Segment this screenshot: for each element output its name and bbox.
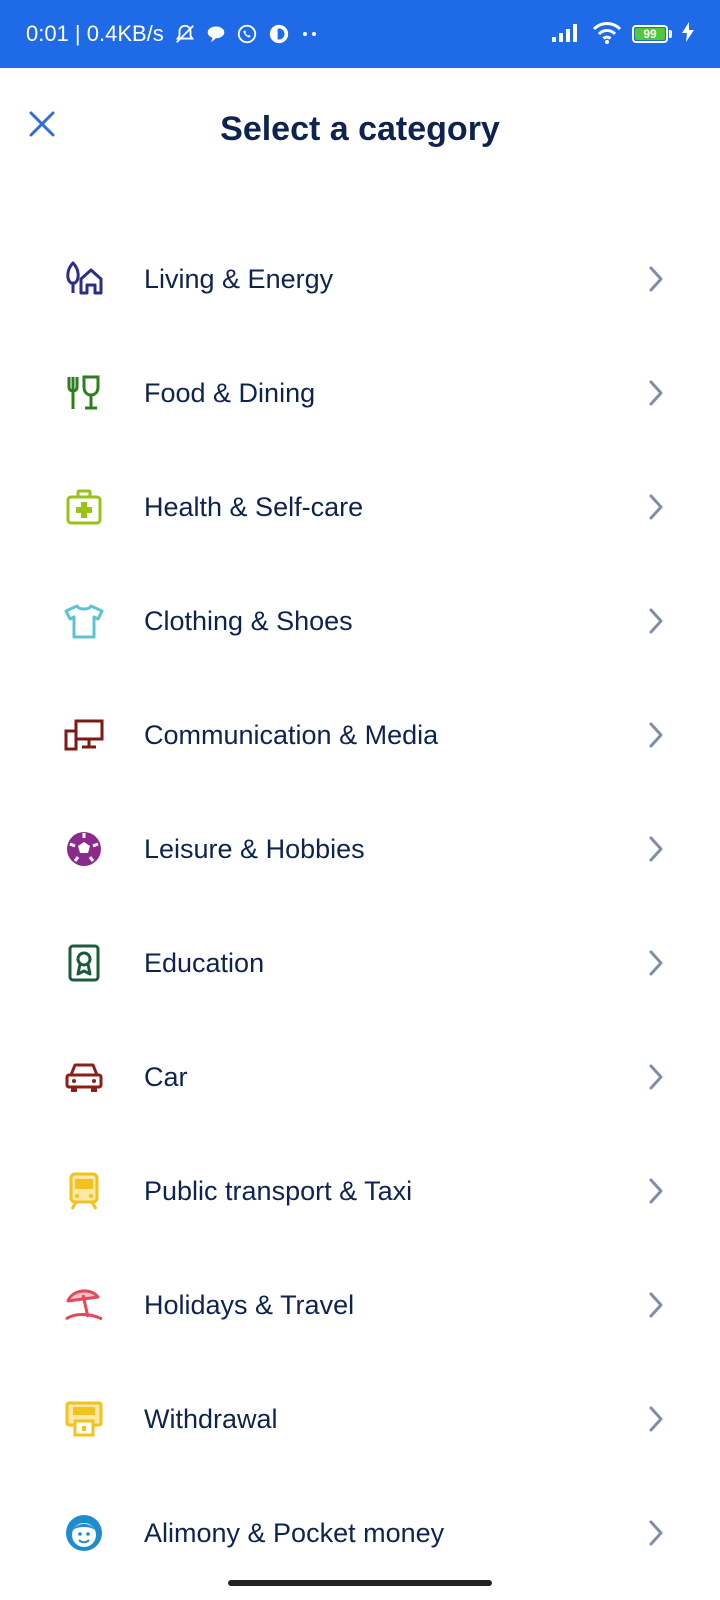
chevron-right-icon [644, 1062, 668, 1092]
category-item-car[interactable]: Car [0, 1020, 720, 1134]
category-label: Clothing & Shoes [144, 605, 353, 636]
header: Select a category [0, 68, 720, 198]
home-indicator[interactable] [228, 1580, 492, 1586]
atm-icon [62, 1397, 106, 1441]
chevron-right-icon [644, 948, 668, 978]
battery-cap [669, 30, 672, 38]
chevron-right-icon [644, 1404, 668, 1434]
soccer-ball-icon [62, 827, 106, 871]
category-item-living-energy[interactable]: Living & Energy [0, 222, 720, 336]
chevron-right-icon [644, 1176, 668, 1206]
app-notification-icon [268, 23, 290, 45]
signal-icon [550, 21, 582, 48]
home-tree-icon [62, 257, 106, 301]
chevron-right-icon [644, 1290, 668, 1320]
chevron-right-icon [644, 264, 668, 294]
category-item-public-transport-taxi[interactable]: Public transport & Taxi [0, 1134, 720, 1248]
category-label: Living & Energy [144, 263, 334, 294]
fork-glass-icon [62, 371, 106, 415]
category-label: Car [144, 1061, 188, 1092]
category-label: Holidays & Travel [144, 1289, 355, 1320]
category-item-withdrawal[interactable]: Withdrawal [0, 1362, 720, 1476]
first-aid-kit-icon [62, 485, 106, 529]
category-label: Withdrawal [144, 1403, 278, 1434]
category-item-communication-media[interactable]: Communication & Media [0, 678, 720, 792]
child-face-icon [62, 1511, 106, 1555]
chevron-right-icon [644, 720, 668, 750]
category-item-clothing-shoes[interactable]: Clothing & Shoes [0, 564, 720, 678]
category-item-alimony-pocket-money[interactable]: Alimony & Pocket money [0, 1476, 720, 1590]
category-item-leisure-hobbies[interactable]: Leisure & Hobbies [0, 792, 720, 906]
more-dots-icon [300, 30, 320, 38]
category-label: Communication & Media [144, 719, 439, 750]
wifi-icon [592, 20, 622, 49]
car-icon [62, 1055, 106, 1099]
status-right: 99 [550, 0, 694, 68]
status-left: 0:01 | 0.4KB/s [26, 0, 320, 68]
charging-icon [682, 21, 694, 47]
devices-icon [62, 713, 106, 757]
chevron-right-icon [644, 834, 668, 864]
status-time-speed: 0:01 | 0.4KB/s [26, 21, 164, 46]
category-label: Education [144, 947, 265, 978]
category-label: Health & Self-care [144, 491, 364, 522]
chevron-right-icon [644, 492, 668, 522]
battery-body: 99 [632, 25, 668, 43]
tram-icon [62, 1169, 106, 1213]
category-item-health-self-care[interactable]: Health & Self-care [0, 450, 720, 564]
certificate-icon [62, 941, 106, 985]
battery-level: 99 [643, 27, 657, 41]
category-label: Public transport & Taxi [144, 1175, 413, 1206]
page-title: Select a category [220, 110, 500, 148]
status-bar: 0:01 | 0.4KB/s 99 [0, 0, 720, 68]
chevron-right-icon [644, 606, 668, 636]
battery-icon: 99 [632, 25, 672, 43]
category-item-education[interactable]: Education [0, 906, 720, 1020]
t-shirt-icon [62, 599, 106, 643]
whatsapp-icon [236, 23, 258, 45]
category-label: Leisure & Hobbies [144, 833, 365, 864]
category-label: Food & Dining [144, 377, 316, 408]
chevron-right-icon [644, 1518, 668, 1548]
bell-off-icon [174, 23, 196, 45]
category-label: Alimony & Pocket money [144, 1517, 445, 1548]
chat-bubble-icon [206, 24, 226, 44]
category-item-holidays-travel[interactable]: Holidays & Travel [0, 1248, 720, 1362]
category-item-food-dining[interactable]: Food & Dining [0, 336, 720, 450]
chevron-right-icon [644, 378, 668, 408]
beach-umbrella-icon [62, 1283, 106, 1327]
category-list: Living & Energy Food & Dining Health & S… [0, 222, 720, 1590]
